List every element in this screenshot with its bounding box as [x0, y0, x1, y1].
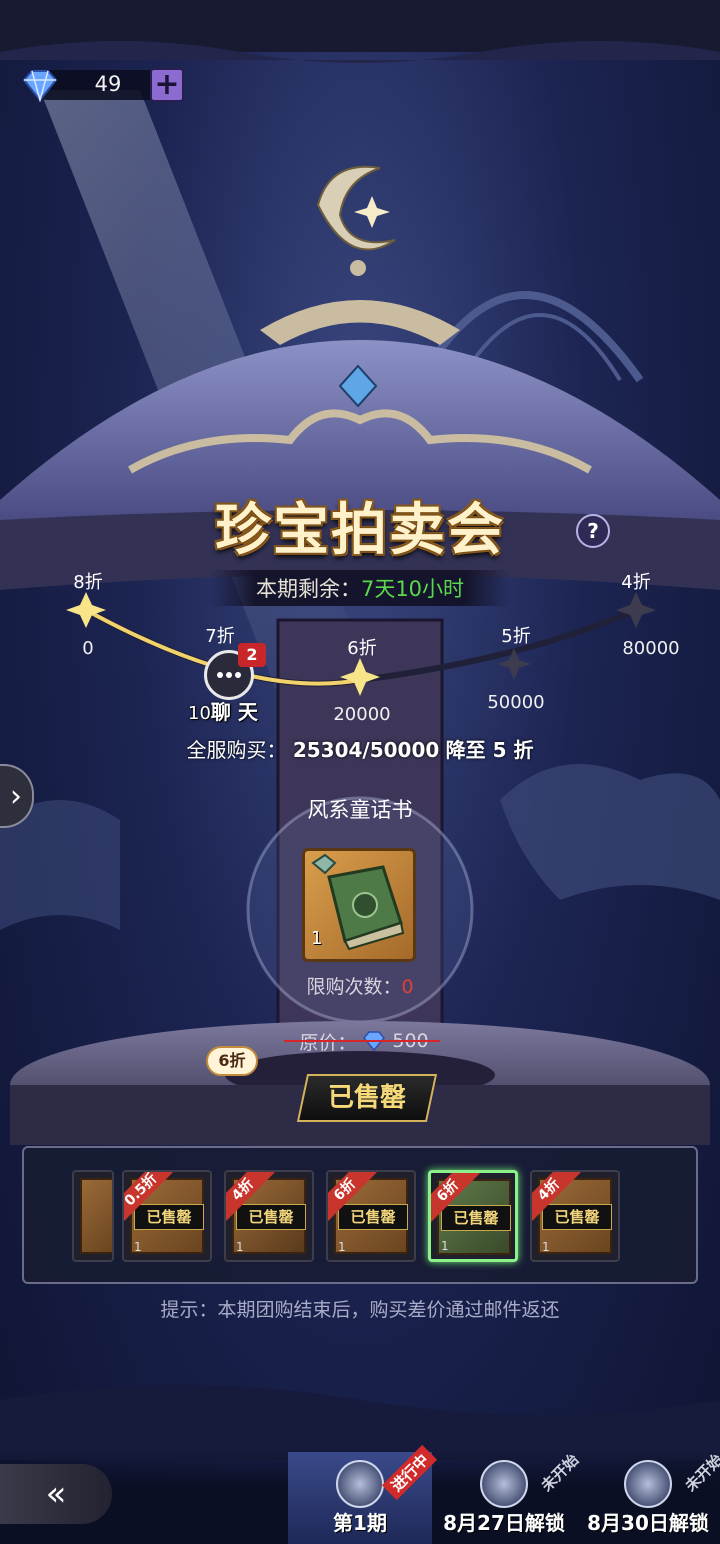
refund-tip: 提示：本期团购结束后，购买差价通过邮件返还: [160, 1299, 560, 1321]
featured-item-slot[interactable]: 1: [302, 848, 416, 962]
tick-threshold-4: 80000: [622, 638, 680, 659]
period-tab-3[interactable]: 未开始 8月30日解锁: [576, 1450, 720, 1544]
tick-threshold-1: 10: [188, 703, 211, 724]
lock-icon: [480, 1460, 528, 1508]
period-label: 8月30日解锁: [587, 1511, 709, 1535]
sold-out-label: 已售罄: [236, 1204, 306, 1230]
price-strikethrough: [284, 1040, 440, 1042]
tick-threshold-0: 0: [82, 638, 94, 659]
server-purchase-next: 降至 5 折: [445, 738, 534, 762]
chat-unread-badge: 2: [238, 643, 266, 667]
item-carousel: 已售罄 0.5折 1 已售罄 4折 1 已售罄 6折 1 已售罄 6折 1 已售…: [22, 1146, 698, 1284]
tick-discount-4: 4折: [621, 572, 651, 593]
server-purchase-label: 全服购买：: [186, 738, 287, 762]
carousel-card[interactable]: 已售罄 6折 1: [326, 1170, 416, 1262]
server-purchase-count: 25304/50000: [292, 738, 440, 762]
card-quantity: 1: [134, 1240, 142, 1254]
gem-currency-bar: 49 +: [20, 68, 186, 102]
plus-icon: +: [154, 67, 180, 102]
card-quantity: 1: [441, 1239, 449, 1253]
auction-scene: 49 + 珍宝拍卖会 ? 本期剩余： 7天10小时 8折 0 7折 6折 200…: [0, 0, 720, 1544]
tick-threshold-3: 50000: [487, 692, 545, 713]
sold-out-label: 已售罄: [134, 1204, 204, 1230]
purchase-limit-value: 0: [401, 976, 414, 998]
carousel-card[interactable]: [72, 1170, 114, 1262]
card-quantity: 1: [542, 1240, 550, 1254]
help-button[interactable]: ?: [576, 514, 610, 548]
carousel-card-selected[interactable]: 已售罄 6折 1: [428, 1170, 518, 1262]
diamond-icon: [22, 70, 58, 102]
period-tab-2[interactable]: 未开始 8月27日解锁: [432, 1451, 582, 1544]
carousel-card[interactable]: 已售罄 4折 1: [224, 1170, 314, 1262]
sold-out-label: 已售罄: [441, 1205, 511, 1231]
chat-label: 10聊 天: [188, 700, 258, 724]
item-quantity: 1: [311, 928, 323, 949]
sold-out-label: 已售罄: [338, 1204, 408, 1230]
sold-out-button[interactable]: 已售罄: [296, 1074, 438, 1122]
purchase-limit-label: 限购次数：: [306, 976, 402, 998]
tick-discount-3: 5折: [501, 626, 531, 647]
period-status-tag: 未开始: [681, 1450, 720, 1496]
period-icon: [336, 1460, 384, 1508]
period-status-tag: 进行中: [381, 1444, 438, 1501]
event-title: 珍宝拍卖会: [215, 497, 505, 563]
chat-button[interactable]: 2 10聊 天: [188, 640, 268, 724]
time-remaining-label: 本期剩余：: [255, 577, 361, 601]
tick-discount-0: 8折: [73, 572, 103, 593]
add-gems-button[interactable]: +: [150, 68, 184, 102]
discount-badge: 6折: [206, 1046, 258, 1076]
purchase-limit: 限购次数：0: [290, 972, 430, 999]
period-tab-1[interactable]: 进行中 第1期: [288, 1444, 438, 1544]
carousel-card-image: [80, 1178, 112, 1254]
carousel-card[interactable]: 已售罄 0.5折 1: [122, 1170, 212, 1262]
time-remaining-value: 7天10小时: [360, 577, 465, 601]
item-name: 风系童话书: [307, 798, 413, 822]
carousel-card[interactable]: 已售罄 4折 1: [530, 1170, 620, 1262]
card-quantity: 1: [236, 1240, 244, 1254]
period-label: 8月27日解锁: [443, 1511, 565, 1535]
time-remaining: 本期剩余： 7天10小时: [210, 570, 510, 606]
back-button[interactable]: «: [0, 1464, 112, 1524]
card-quantity: 1: [338, 1240, 346, 1254]
period-label: 第1期: [333, 1511, 387, 1535]
lock-icon: [624, 1460, 672, 1508]
tick-threshold-2: 20000: [333, 704, 391, 725]
back-arrow-icon: «: [45, 1474, 67, 1514]
tick-discount-2: 6折: [347, 638, 377, 659]
chevron-right-icon: ›: [10, 778, 22, 814]
server-purchase-progress: 全服购买： 25304/50000 降至 5 折: [130, 734, 590, 763]
question-icon: ?: [587, 519, 599, 543]
gem-count: 49: [94, 72, 122, 96]
sold-out-label: 已售罄: [542, 1204, 612, 1230]
